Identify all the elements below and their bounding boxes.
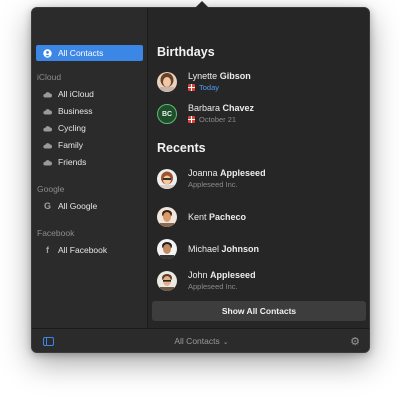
birthday-row[interactable]: Lynette Gibson Today	[157, 71, 251, 93]
avatar	[157, 239, 177, 259]
sidebar-item-label: All Google	[58, 201, 98, 211]
contact-name: Barbara Chavez	[188, 103, 255, 113]
gear-icon[interactable]: ⚙	[350, 335, 360, 348]
recents-heading: Recents	[157, 141, 206, 155]
sidebar-item-label: All Contacts	[58, 48, 104, 58]
sidebar-item-cycling[interactable]: Cycling	[36, 120, 143, 136]
gift-icon	[188, 116, 195, 123]
sidebar-item-family[interactable]: Family	[36, 137, 143, 153]
contact-name: Kent Pacheco	[188, 211, 247, 222]
sidebar-group-facebook: Facebook	[37, 228, 75, 238]
sidebar-item-business[interactable]: Business	[36, 103, 143, 119]
sidebar-item-label: Business	[58, 106, 93, 116]
sidebar-group-icloud: iCloud	[37, 72, 62, 82]
birthday-row[interactable]: BC Barbara Chavez October 21	[157, 103, 254, 125]
sidebar-item-all-google[interactable]: G All Google	[36, 198, 143, 214]
contact-name: John Appleseed	[188, 270, 256, 280]
sidebar-item-all-icloud[interactable]: All iCloud	[36, 86, 143, 102]
contacts-icon	[43, 48, 52, 58]
group-selector-label: All Contacts	[174, 336, 220, 346]
contacts-popover: All Contacts iCloud All iCloud Business …	[31, 7, 370, 353]
contact-name: Michael Johnson	[188, 243, 260, 254]
sidebar-item-friends[interactable]: Friends	[36, 154, 143, 170]
group-selector[interactable]: All Contacts ⌄	[32, 336, 369, 346]
cloud-icon	[43, 124, 52, 133]
birthdays-heading: Birthdays	[157, 45, 215, 59]
show-all-contacts-button[interactable]: Show All Contacts	[152, 301, 366, 321]
sidebar-item-label: All iCloud	[58, 89, 94, 99]
sidebar-item-label: All Facebook	[58, 245, 108, 255]
recent-row[interactable]: John Appleseed Appleseed Inc.	[157, 270, 256, 292]
birthday-date: October 21	[188, 114, 254, 125]
recent-row[interactable]: Michael Johnson	[157, 239, 259, 259]
avatar-initials: BC	[157, 104, 177, 124]
sidebar: All Contacts iCloud All iCloud Business …	[32, 8, 148, 328]
contact-company: Appleseed Inc.	[188, 180, 238, 189]
cloud-icon	[43, 158, 52, 167]
contact-name: Lynette Gibson	[188, 71, 251, 81]
cloud-icon	[43, 90, 52, 99]
avatar	[157, 271, 177, 291]
facebook-f-icon: f	[46, 245, 49, 255]
cloud-icon	[43, 107, 52, 116]
recent-row[interactable]: Kent Pacheco	[157, 207, 246, 227]
avatar	[157, 72, 177, 92]
avatar	[157, 207, 177, 227]
contact-name: Joanna Appleseed	[188, 168, 266, 178]
sidebar-item-label: Friends	[58, 157, 87, 167]
google-g-icon: G	[43, 201, 51, 211]
main-panel: Birthdays Lynette Gibson Today BC Barbar…	[148, 8, 369, 328]
avatar	[157, 169, 177, 189]
recent-row[interactable]: Joanna Appleseed Appleseed Inc.	[157, 168, 266, 190]
sidebar-item-label: Cycling	[58, 123, 86, 133]
chevron-down-icon: ⌄	[222, 339, 229, 346]
sidebar-item-label: Family	[58, 140, 84, 150]
cloud-icon	[43, 141, 52, 150]
sidebar-item-all-contacts[interactable]: All Contacts	[36, 45, 143, 61]
gift-icon	[188, 84, 195, 91]
footer-bar: All Contacts ⌄ ⚙	[32, 328, 369, 352]
sidebar-item-all-facebook[interactable]: f All Facebook	[36, 242, 143, 258]
popover-arrow	[194, 1, 210, 9]
contact-company: Appleseed Inc.	[188, 282, 238, 291]
sidebar-group-google: Google	[37, 184, 65, 194]
birthday-date: Today	[188, 82, 251, 93]
